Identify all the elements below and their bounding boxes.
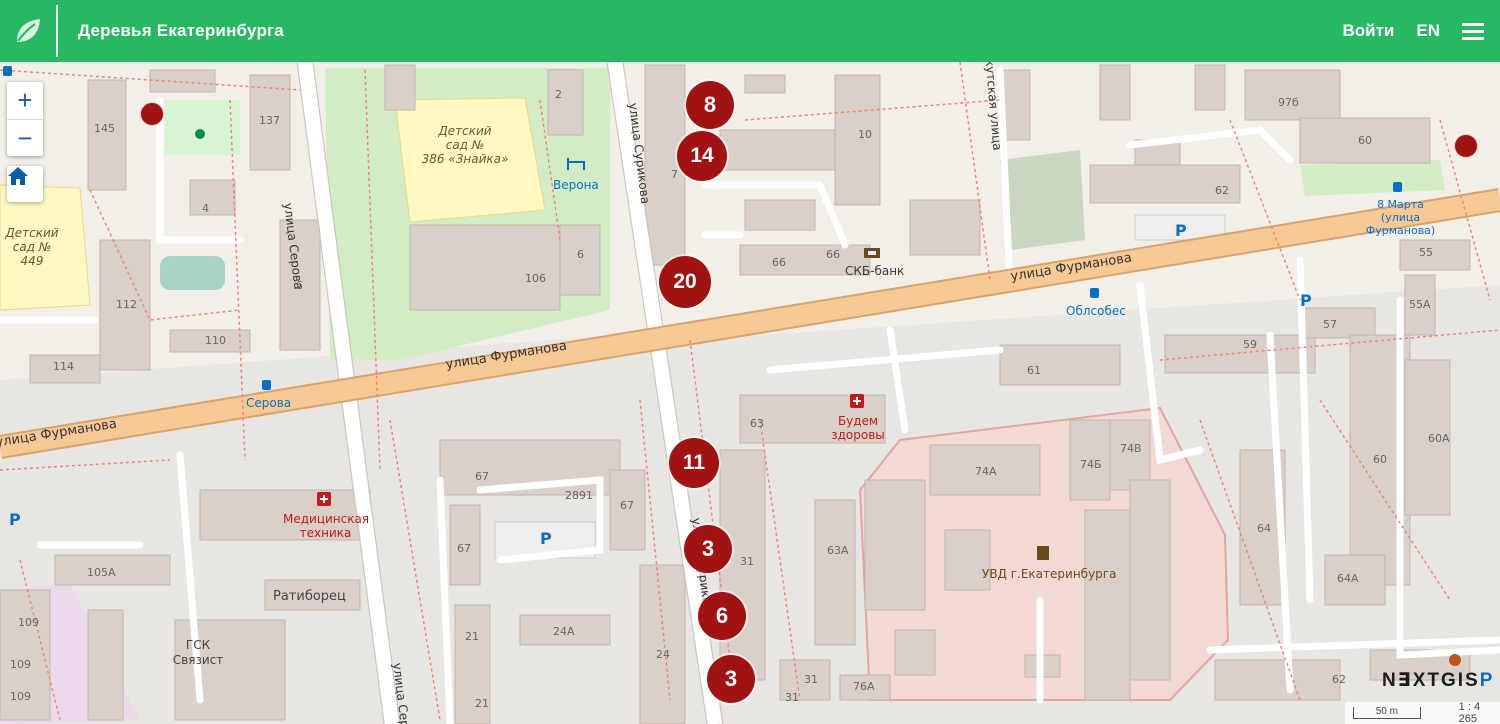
home-button[interactable] [7,166,43,202]
header-divider [56,5,58,57]
parking-icon: P [540,529,552,548]
fire-icon [1449,654,1461,666]
scale-line: 50 m [1353,707,1421,719]
tree-cluster-marker[interactable]: 6 [698,592,746,640]
home-icon [8,167,28,185]
tree-cluster-marker[interactable]: 11 [669,438,719,488]
poi-icons: P P P P [3,66,1461,666]
parking-icon: P [1175,221,1187,240]
hamburger-icon[interactable] [1462,22,1484,40]
hotel-icon [567,158,585,170]
scale-ratio: 1 : 4 265 [1458,701,1481,724]
tree-cluster-marker[interactable]: 20 [659,256,711,308]
map-canvas[interactable]: улица Фурманова улица Фурманова улица Фу… [0,62,1500,724]
scale-bar: 50 m 1 : 4 265 [1345,701,1500,724]
parking-icon: P [1300,291,1312,310]
bus-stop-icon [1090,288,1099,298]
parking-icon: P [9,510,21,529]
language-switch[interactable]: EN [1416,21,1440,41]
nextgis-logo[interactable]: N∃XTGISP [1382,669,1494,692]
zoom-out-button[interactable]: − [7,119,43,156]
bank-icon [864,248,880,258]
zoom-in-button[interactable]: + [7,82,43,119]
medical-icon [317,492,331,506]
tree-marker[interactable] [1454,134,1478,158]
app-title[interactable]: Деревья Екатеринбурга [78,21,284,41]
playground-icon [195,129,205,139]
tree-cluster-marker[interactable]: 3 [707,655,755,703]
bus-stop-icon [3,66,12,76]
login-link[interactable]: Войти [1342,21,1394,41]
tree-marker[interactable] [140,102,164,126]
tree-cluster-marker[interactable]: 8 [686,81,734,129]
top-bar: Деревья Екатеринбурга Войти EN [0,0,1500,62]
bus-stop-icon [1393,182,1402,192]
leaf-icon[interactable] [0,0,56,62]
bus-stop-icon [262,380,271,390]
police-icon [1037,546,1049,560]
tree-cluster-marker[interactable]: 14 [677,131,727,181]
tree-cluster-marker[interactable]: 3 [684,525,732,573]
pharmacy-icon [850,394,864,408]
zoom-control: + − [7,82,43,156]
